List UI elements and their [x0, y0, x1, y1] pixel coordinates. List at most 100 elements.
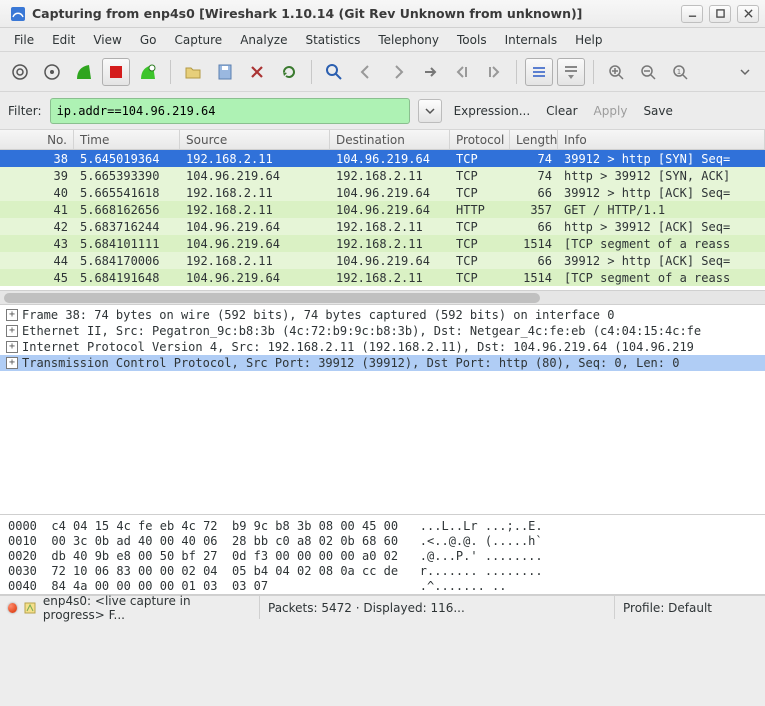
- save-file-icon[interactable]: [211, 58, 239, 86]
- menubar: File Edit View Go Capture Analyze Statis…: [0, 28, 765, 52]
- cell-length: 74: [510, 152, 558, 166]
- menu-go[interactable]: Go: [132, 30, 165, 50]
- menu-file[interactable]: File: [6, 30, 42, 50]
- packet-row[interactable]: 415.668162656192.168.2.11104.96.219.64HT…: [0, 201, 765, 218]
- filter-clear-button[interactable]: Clear: [542, 102, 581, 120]
- go-back-icon[interactable]: [352, 58, 380, 86]
- preferences-icon[interactable]: [23, 601, 37, 615]
- menu-view[interactable]: View: [85, 30, 129, 50]
- status-interface[interactable]: enp4s0: <live capture in progress> F...: [0, 596, 260, 619]
- packet-row[interactable]: 435.684101111104.96.219.64192.168.2.11TC…: [0, 235, 765, 252]
- cell-protocol: TCP: [450, 220, 510, 234]
- interfaces-icon[interactable]: [6, 58, 34, 86]
- packet-details-pane[interactable]: + Frame 38: 74 bytes on wire (592 bits),…: [0, 305, 765, 515]
- close-file-icon[interactable]: [243, 58, 271, 86]
- packet-row[interactable]: 395.665393390104.96.219.64192.168.2.11TC…: [0, 167, 765, 184]
- filter-apply-button[interactable]: Apply: [590, 102, 632, 120]
- restart-capture-icon[interactable]: [134, 58, 162, 86]
- zoom-reset-icon[interactable]: 1: [666, 58, 694, 86]
- go-forward-icon[interactable]: [384, 58, 412, 86]
- column-protocol[interactable]: Protocol: [450, 130, 510, 149]
- hex-line: 0000 c4 04 15 4c fe eb 4c 72 b9 9c b8 3b…: [8, 519, 543, 533]
- packet-list-scrollbar[interactable]: [0, 290, 765, 304]
- capture-options-icon[interactable]: [38, 58, 66, 86]
- cell-time: 5.684191648: [74, 271, 180, 285]
- cell-protocol: TCP: [450, 237, 510, 251]
- auto-scroll-icon[interactable]: [557, 58, 585, 86]
- column-info[interactable]: Info: [558, 130, 765, 149]
- cell-time: 5.683716244: [74, 220, 180, 234]
- details-tcp[interactable]: + Transmission Control Protocol, Src Por…: [0, 355, 765, 371]
- expand-icon[interactable]: +: [6, 309, 18, 321]
- cell-no: 42: [0, 220, 74, 234]
- details-ip[interactable]: + Internet Protocol Version 4, Src: 192.…: [0, 339, 765, 355]
- cell-info: 39912 > http [ACK] Seq=: [558, 186, 765, 200]
- details-ethernet[interactable]: + Ethernet II, Src: Pegatron_9c:b8:3b (4…: [0, 323, 765, 339]
- go-last-icon[interactable]: [480, 58, 508, 86]
- column-time[interactable]: Time: [74, 130, 180, 149]
- packet-row[interactable]: 445.684170006192.168.2.11104.96.219.64TC…: [0, 252, 765, 269]
- filter-save-button[interactable]: Save: [639, 102, 676, 120]
- zoom-in-icon[interactable]: [602, 58, 630, 86]
- cell-destination: 104.96.219.64: [330, 186, 450, 200]
- menu-tools[interactable]: Tools: [449, 30, 495, 50]
- zoom-out-icon[interactable]: [634, 58, 662, 86]
- window-title: Capturing from enp4s0 [Wireshark 1.10.14…: [32, 6, 675, 21]
- menu-capture[interactable]: Capture: [166, 30, 230, 50]
- status-bar: enp4s0: <live capture in progress> F... …: [0, 595, 765, 619]
- filter-expression-button[interactable]: Expression...: [450, 102, 535, 120]
- menu-help[interactable]: Help: [567, 30, 610, 50]
- expand-icon[interactable]: +: [6, 357, 18, 369]
- column-no[interactable]: No.: [0, 130, 74, 149]
- column-source[interactable]: Source: [180, 130, 330, 149]
- packet-bytes-pane[interactable]: 0000 c4 04 15 4c fe eb 4c 72 b9 9c b8 3b…: [0, 515, 765, 595]
- menu-analyze[interactable]: Analyze: [232, 30, 295, 50]
- filter-label: Filter:: [8, 104, 42, 118]
- open-file-icon[interactable]: [179, 58, 207, 86]
- packet-row[interactable]: 385.645019364192.168.2.11104.96.219.64TC…: [0, 150, 765, 167]
- expand-icon[interactable]: +: [6, 325, 18, 337]
- toolbar-separator: [593, 60, 594, 84]
- menu-telephony[interactable]: Telephony: [370, 30, 447, 50]
- more-icon[interactable]: [731, 58, 759, 86]
- go-to-icon[interactable]: [416, 58, 444, 86]
- packet-list-pane: No. Time Source Destination Protocol Len…: [0, 130, 765, 305]
- expand-icon[interactable]: +: [6, 341, 18, 353]
- cell-length: 1514: [510, 237, 558, 251]
- cell-info: [TCP segment of a reass: [558, 237, 765, 251]
- reload-icon[interactable]: [275, 58, 303, 86]
- packet-row[interactable]: 455.684191648104.96.219.64192.168.2.11TC…: [0, 269, 765, 286]
- details-tcp-text: Transmission Control Protocol, Src Port:…: [22, 356, 679, 370]
- window-close-button[interactable]: [737, 5, 759, 23]
- filter-dropdown-button[interactable]: [418, 99, 442, 123]
- colorize-icon[interactable]: [525, 58, 553, 86]
- column-destination[interactable]: Destination: [330, 130, 450, 149]
- toolbar-separator: [516, 60, 517, 84]
- cell-source: 104.96.219.64: [180, 237, 330, 251]
- go-first-icon[interactable]: [448, 58, 476, 86]
- start-capture-icon[interactable]: [70, 58, 98, 86]
- cell-info: http > 39912 [SYN, ACK]: [558, 169, 765, 183]
- cell-destination: 192.168.2.11: [330, 271, 450, 285]
- window-minimize-button[interactable]: [681, 5, 703, 23]
- packet-row[interactable]: 405.665541618192.168.2.11104.96.219.64TC…: [0, 184, 765, 201]
- menu-statistics[interactable]: Statistics: [297, 30, 368, 50]
- menu-edit[interactable]: Edit: [44, 30, 83, 50]
- packet-list-body[interactable]: 385.645019364192.168.2.11104.96.219.64TC…: [0, 150, 765, 290]
- find-icon[interactable]: [320, 58, 348, 86]
- details-frame[interactable]: + Frame 38: 74 bytes on wire (592 bits),…: [0, 307, 765, 323]
- status-profile[interactable]: Profile: Default: [615, 596, 765, 619]
- cell-time: 5.665393390: [74, 169, 180, 183]
- menu-internals[interactable]: Internals: [497, 30, 566, 50]
- status-profile-text: Profile: Default: [623, 601, 712, 615]
- column-length[interactable]: Length: [510, 130, 558, 149]
- packet-row[interactable]: 425.683716244104.96.219.64192.168.2.11TC…: [0, 218, 765, 235]
- window-maximize-button[interactable]: [709, 5, 731, 23]
- details-eth-text: Ethernet II, Src: Pegatron_9c:b8:3b (4c:…: [22, 324, 701, 338]
- cell-protocol: HTTP: [450, 203, 510, 217]
- cell-no: 39: [0, 169, 74, 183]
- cell-protocol: TCP: [450, 254, 510, 268]
- cell-info: 39912 > http [SYN] Seq=: [558, 152, 765, 166]
- stop-capture-icon[interactable]: [102, 58, 130, 86]
- filter-input[interactable]: [57, 104, 403, 118]
